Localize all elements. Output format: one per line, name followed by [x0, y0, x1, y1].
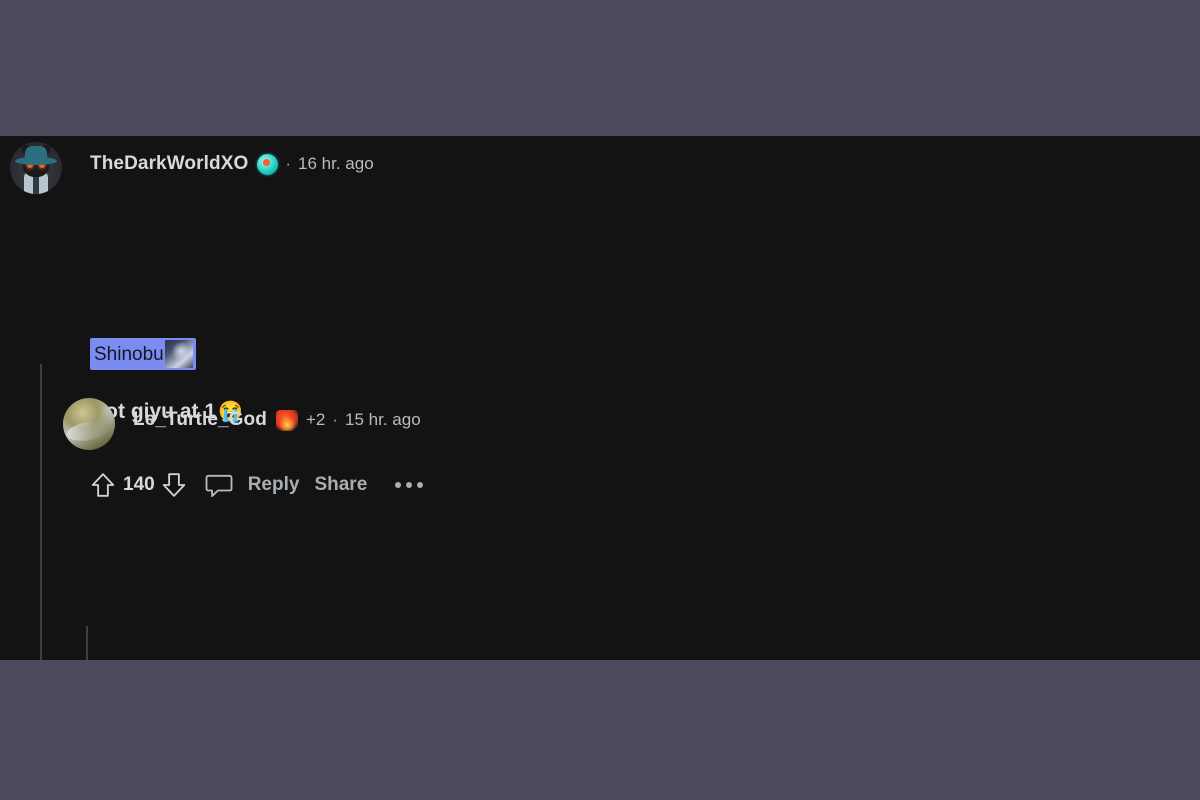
comment-byline: TheDarkWorldXO · 16 hr. ago — [90, 153, 374, 175]
avatar[interactable] — [63, 398, 115, 450]
thread-line-root — [40, 364, 42, 660]
highlight-chip-thumbnail-icon — [164, 340, 193, 368]
photo-avatar-landscape-icon[interactable] — [63, 398, 115, 450]
flame-award-icon[interactable] — [275, 409, 298, 431]
share-button[interactable]: Share — [314, 474, 367, 496]
comment-timestamp: 15 hr. ago — [345, 410, 421, 429]
snoo-hat-brim-icon — [15, 157, 57, 165]
screenshot-stage: TheDarkWorldXO · 16 hr. ago Shinobu Not … — [0, 0, 1200, 800]
comment-action-bar: 140 Reply Share — [90, 467, 424, 503]
comment-byline: Le_Turtle_God +2 · 15 hr. ago — [133, 409, 421, 431]
comment-timestamp: 16 hr. ago — [298, 154, 374, 173]
snoo-avatar-dark-hat-icon[interactable] — [10, 142, 62, 194]
comment-author-username[interactable]: TheDarkWorldXO — [90, 153, 248, 175]
overflow-menu-icon[interactable] — [395, 482, 424, 488]
award-count: +2 — [305, 410, 326, 429]
vote-count: 140 — [123, 474, 155, 495]
overflow-dot — [417, 482, 424, 488]
comment-bubble-icon[interactable] — [205, 470, 233, 500]
highlighted-selection-row[interactable]: Shinobu — [90, 338, 196, 370]
cyan-orb-award-icon[interactable] — [257, 153, 279, 175]
avatar[interactable] — [10, 142, 62, 194]
byline-separator: · — [285, 154, 292, 173]
highlight-chip-label: Shinobu — [94, 343, 164, 365]
upvote-arrow-icon[interactable] — [90, 470, 116, 500]
comments-panel: TheDarkWorldXO · 16 hr. ago Shinobu Not … — [0, 136, 1200, 660]
overflow-dot — [395, 482, 402, 488]
comment-author-username[interactable]: Le_Turtle_God — [133, 409, 267, 431]
thread-line-nested — [86, 626, 88, 660]
byline-separator: · — [332, 410, 339, 429]
overflow-dot — [406, 482, 413, 488]
reply-button[interactable]: Reply — [248, 474, 300, 496]
downvote-arrow-icon[interactable] — [161, 470, 187, 500]
